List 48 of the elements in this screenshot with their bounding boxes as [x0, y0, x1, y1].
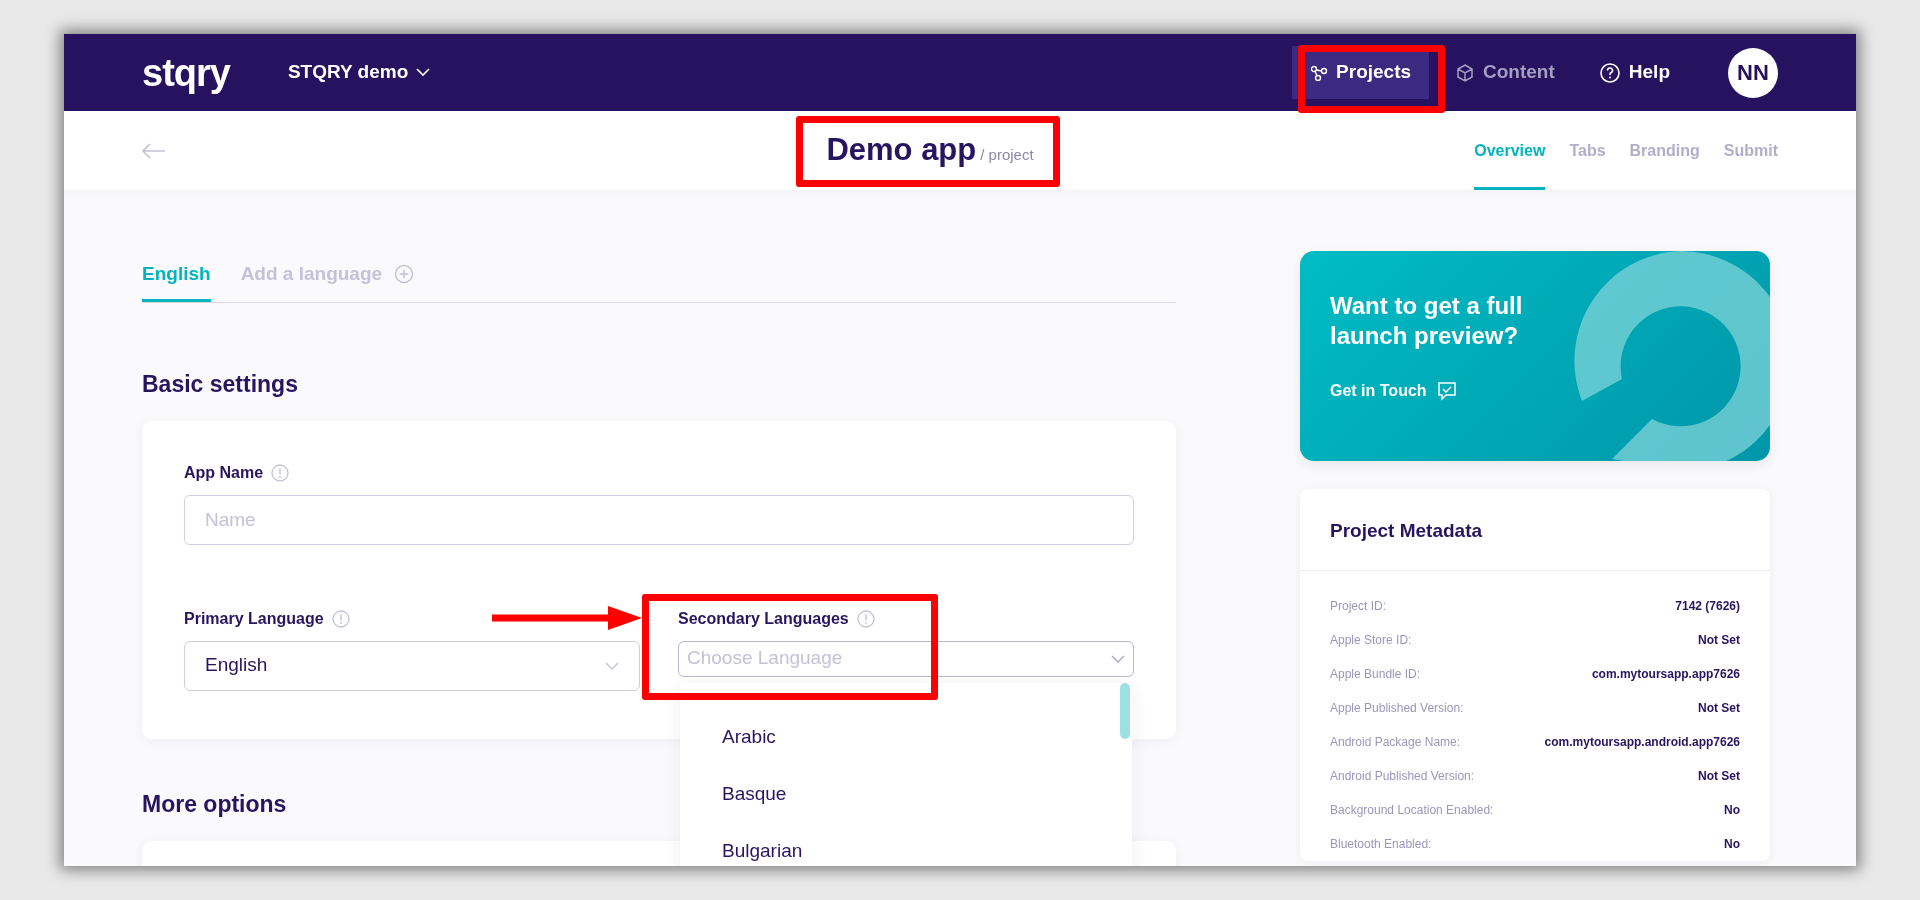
input-field[interactable]: Name [184, 494, 1134, 545]
avatar[interactable]: NN [1728, 47, 1778, 98]
dropdown-option[interactable]: Bulgarian [680, 822, 1132, 866]
metadata-value: No [1724, 801, 1740, 819]
metadata-value: Not Set [1698, 631, 1740, 649]
metadata-label: Apple Store ID: [1330, 631, 1412, 649]
metadata-label: Android Published Version: [1330, 767, 1475, 785]
select-field[interactable]: English [184, 640, 640, 691]
back-arrow-icon[interactable] [142, 142, 166, 159]
nav-link[interactable]: Help [1580, 46, 1688, 99]
metadata-label: Background Location Enabled: [1330, 801, 1494, 819]
field-label: Primary Language [184, 608, 324, 629]
metadata-label: Project ID: [1330, 597, 1386, 615]
info-icon [331, 609, 350, 628]
nodes-icon [1310, 64, 1329, 81]
page-subtitle: / project [980, 145, 1034, 166]
chevron-down-icon [605, 661, 619, 670]
metadata-label: Bluetooth Enabled: [1330, 835, 1432, 853]
chevron-down-icon [416, 68, 431, 77]
nav-link[interactable]: Content [1437, 46, 1573, 99]
cube-icon [1455, 62, 1476, 83]
plus-icon [394, 264, 415, 285]
metadata-value: 7142 (7626) [1675, 597, 1740, 615]
dropdown-option[interactable]: Basque [680, 765, 1132, 823]
logo[interactable]: stqry [142, 53, 230, 92]
metadata-value: No [1724, 835, 1740, 853]
dropdown-option[interactable]: Arabic [680, 708, 1132, 766]
chat-icon [1436, 381, 1457, 401]
metadata-value: Not Set [1698, 699, 1740, 717]
section-title: More options [142, 790, 287, 819]
promo-title: Want to get a full launch preview? [1330, 291, 1524, 351]
page-title: Demo app [826, 131, 977, 170]
metadata-label: Apple Published Version: [1330, 699, 1464, 717]
metadata-value: com.mytoursapp.android.app7626 [1544, 733, 1740, 751]
chevron-down-icon [1111, 654, 1125, 663]
info-icon [271, 463, 290, 482]
metadata-value: Not Set [1698, 767, 1740, 785]
metadata-value: com.mytoursapp.app7626 [1591, 665, 1740, 683]
section-title: Basic settings [142, 370, 298, 399]
field-label: App Name [184, 462, 264, 483]
info-icon [856, 609, 875, 628]
metadata-label: Apple Bundle ID: [1330, 665, 1421, 683]
help-icon [1598, 61, 1621, 84]
workspace-dropdown[interactable]: STQRY demo [287, 58, 431, 87]
scrollbar-thumb[interactable] [1120, 682, 1130, 739]
card-title: Project Metadata [1300, 489, 1770, 571]
metadata-label: Android Package Name: [1330, 733, 1461, 751]
field-label: Secondary Languages [678, 608, 849, 629]
